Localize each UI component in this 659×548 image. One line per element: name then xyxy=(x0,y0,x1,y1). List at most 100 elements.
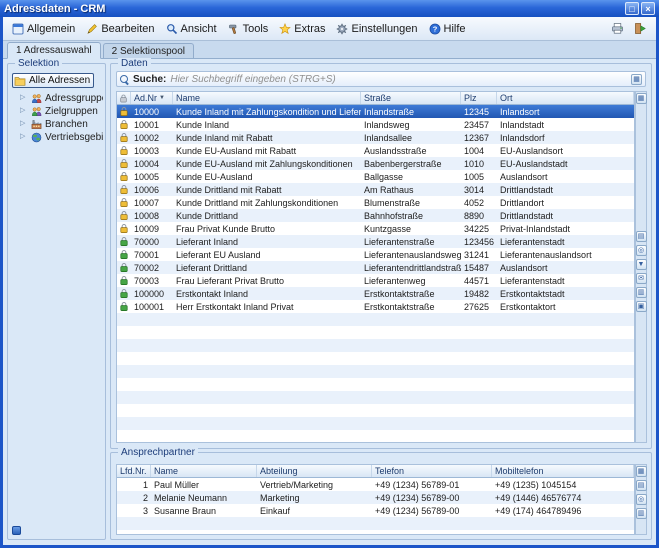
pencil-icon xyxy=(86,23,98,35)
save-icon[interactable]: ▣ xyxy=(636,301,647,312)
address-row[interactable]: 10004Kunde EU-Ausland mit Zahlungskondit… xyxy=(117,157,634,170)
address-row[interactable]: 70000Lieferant InlandLieferantenstraße12… xyxy=(117,235,634,248)
menu-extras[interactable]: Extras xyxy=(274,21,330,37)
address-row[interactable]: 70003Frau Lieferant Privat BruttoLiefera… xyxy=(117,274,634,287)
address-row[interactable]: 70001Lieferant EU AuslandLieferantenausl… xyxy=(117,248,634,261)
lfdnr-cell: 2 xyxy=(117,493,151,503)
name-cell: Paul Müller xyxy=(151,480,257,490)
address-row[interactable]: 10008Kunde DrittlandBahnhofstraße8890Dri… xyxy=(117,209,634,222)
ort-cell: EU-Auslandstadt xyxy=(497,159,634,169)
tree-item-branchen[interactable]: ▷ Branchen xyxy=(11,118,103,131)
menu-allgemein[interactable]: Allgemein xyxy=(7,21,80,37)
menu-ansicht[interactable]: Ansicht xyxy=(161,21,222,37)
address-row[interactable]: 10003Kunde EU-Ausland mit RabattAuslands… xyxy=(117,144,634,157)
expander-icon[interactable]: ▷ xyxy=(20,94,28,102)
print-icon[interactable]: ▥ xyxy=(636,508,647,519)
address-row[interactable]: 10006Kunde Drittland mit RabattAm Rathau… xyxy=(117,183,634,196)
tab-selektionspool[interactable]: 2 Selektionspool xyxy=(103,43,194,58)
column-header-strasse[interactable]: Straße xyxy=(361,92,461,104)
daten-panel: Daten Suche: Hier Suchbegriff eingeben (… xyxy=(110,63,652,449)
plz-cell: 12367 xyxy=(461,133,497,143)
tree-item-label: Branchen xyxy=(45,119,88,130)
tree-item-alle-adressen[interactable]: Alle Adressen xyxy=(12,73,94,88)
search-icon[interactable]: ◎ xyxy=(636,494,647,505)
menu-hilfe[interactable]: ? Hilfe xyxy=(424,21,471,37)
magnifier-icon xyxy=(166,23,178,35)
grid-view-icon[interactable]: ▤ xyxy=(636,231,647,242)
tree-item-adressgruppen[interactable]: ▷ Adressgruppen xyxy=(11,92,103,105)
name-cell: Frau Privat Kunde Brutto xyxy=(173,224,361,234)
address-row[interactable]: 10009Frau Privat Kunde BruttoKuntzgasse3… xyxy=(117,222,634,235)
contact-row[interactable]: 2Melanie NeumannMarketing+49 (1234) 5678… xyxy=(117,491,634,504)
ort-cell: Inlandsdorf xyxy=(497,133,634,143)
search-icon xyxy=(120,75,129,84)
column-header-adnr[interactable]: Ad.Nr▼ xyxy=(131,92,173,104)
column-header-plz[interactable]: Plz xyxy=(461,92,497,104)
lock-icon xyxy=(117,171,131,182)
address-row[interactable]: 10007Kunde Drittland mit Zahlungskonditi… xyxy=(117,196,634,209)
tree-scrollbar-thumb[interactable] xyxy=(12,526,21,535)
column-header-abteilung[interactable]: Abteilung xyxy=(257,465,372,477)
expander-icon[interactable]: ▷ xyxy=(20,133,28,141)
menu-tools[interactable]: Tools xyxy=(223,21,274,37)
address-row[interactable]: 10001Kunde InlandInlandsweg23457Inlandst… xyxy=(117,118,634,131)
tabbar: 1 Adressauswahl 2 Selektionspool xyxy=(3,41,656,59)
lock-icon xyxy=(117,262,131,273)
lock-column-header-icon[interactable] xyxy=(117,92,131,104)
search-options-icon[interactable]: ▦ xyxy=(631,74,642,85)
telefon-cell: +49 (1234) 56789-01 xyxy=(372,480,492,490)
column-header-name[interactable]: Name xyxy=(151,465,257,477)
tree-item-zielgruppen[interactable]: ▷ Zielgruppen xyxy=(11,105,103,118)
menu-bearbeiten[interactable]: Bearbeiten xyxy=(81,21,159,37)
lfdnr-cell: 3 xyxy=(117,506,151,516)
name-cell: Kunde Inland mit Rabatt xyxy=(173,133,361,143)
expander-icon[interactable]: ▷ xyxy=(20,107,28,115)
column-header-mobiltelefon[interactable]: Mobiltelefon xyxy=(492,465,634,477)
lock-icon xyxy=(117,249,131,260)
strasse-cell: Lieferantendrittlandstraße xyxy=(361,263,461,273)
mail-icon[interactable]: ✉ xyxy=(636,273,647,284)
tree-item-vertriebsgebiete[interactable]: ▷ Vertriebsgebiete xyxy=(11,131,103,144)
column-options-icon[interactable]: ▦ xyxy=(636,93,647,104)
address-row[interactable]: 10000Kunde Inland mit Zahlungskondition … xyxy=(117,105,634,118)
contact-row[interactable]: 1Paul MüllerVertrieb/Marketing+49 (1234)… xyxy=(117,478,634,491)
menubar-right-tools xyxy=(607,19,652,38)
adnr-cell: 70003 xyxy=(131,276,173,286)
plz-cell: 34225 xyxy=(461,224,497,234)
empty-row xyxy=(117,326,634,339)
address-row[interactable]: 10002Kunde Inland mit RabattInlandsallee… xyxy=(117,131,634,144)
column-options-icon[interactable]: ▦ xyxy=(636,466,647,477)
address-row[interactable]: 70002Lieferant DrittlandLieferantendritt… xyxy=(117,261,634,274)
strasse-cell: Babenbergerstraße xyxy=(361,159,461,169)
print-icon[interactable] xyxy=(607,19,627,38)
print-icon[interactable]: ▥ xyxy=(636,287,647,298)
address-row[interactable]: 100000Erstkontakt InlandErstkontaktstraß… xyxy=(117,287,634,300)
address-row[interactable]: 100001Herr Erstkontakt Inland PrivatErst… xyxy=(117,300,634,313)
column-header-name[interactable]: Name xyxy=(173,92,361,104)
grid-view-icon[interactable]: ▤ xyxy=(636,480,647,491)
menu-einstellungen[interactable]: Einstellungen xyxy=(331,21,422,37)
tab-adressauswahl[interactable]: 1 Adressauswahl xyxy=(7,42,101,59)
filter-icon[interactable]: ▼ xyxy=(636,259,647,270)
plz-cell: 19482 xyxy=(461,289,497,299)
search-icon[interactable]: ◎ xyxy=(636,245,647,256)
column-header-lfdnr[interactable]: Lfd.Nr. xyxy=(117,465,151,477)
strasse-cell: Lieferantenstraße xyxy=(361,237,461,247)
exit-icon[interactable] xyxy=(630,19,650,38)
expander-icon[interactable]: ▷ xyxy=(20,120,28,128)
close-button[interactable]: × xyxy=(641,2,655,15)
ort-cell: Lieferantenstadt xyxy=(497,237,634,247)
sort-icon: ▼ xyxy=(159,95,165,101)
titlebar: Adressdaten - CRM □ × xyxy=(0,0,659,17)
contact-table-header: Lfd.Nr. Name Abteilung Telefon Mobiltele… xyxy=(117,465,634,478)
name-cell: Lieferant EU Ausland xyxy=(173,250,361,260)
name-cell: Kunde EU-Ausland mit Zahlungskonditionen xyxy=(173,159,361,169)
search-bar[interactable]: Suche: Hier Suchbegriff eingeben (STRG+S… xyxy=(116,71,646,87)
contact-row[interactable]: 3Susanne BraunEinkauf+49 (1234) 56789-00… xyxy=(117,504,634,517)
contact-rail-buttons: ▤ ◎ ▥ xyxy=(636,479,647,519)
column-header-ort[interactable]: Ort xyxy=(497,92,634,104)
adnr-cell: 10007 xyxy=(131,198,173,208)
restore-button[interactable]: □ xyxy=(625,2,639,15)
column-header-telefon[interactable]: Telefon xyxy=(372,465,492,477)
address-row[interactable]: 10005Kunde EU-AuslandBallgasse1005Auslan… xyxy=(117,170,634,183)
